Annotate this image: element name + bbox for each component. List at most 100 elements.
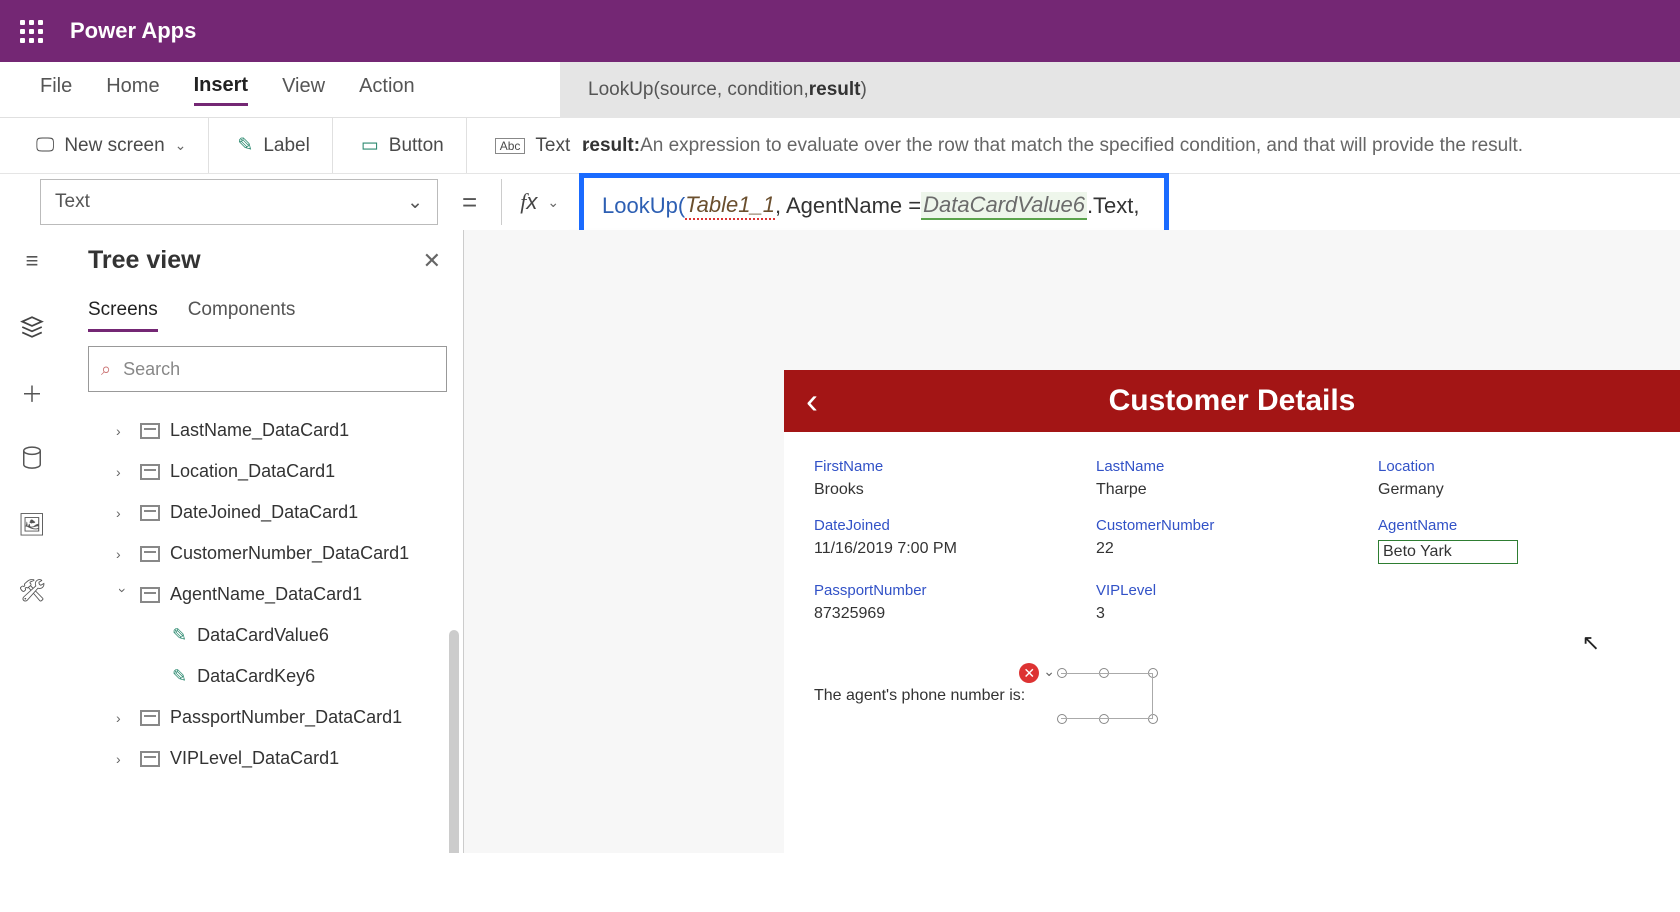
field-location: Location Germany: [1378, 458, 1650, 499]
new-screen-button[interactable]: 🖵 New screen ⌄: [36, 118, 209, 173]
menu-home[interactable]: Home: [106, 75, 159, 104]
formula-param-help: result: An expression to evaluate over t…: [582, 118, 1523, 174]
error-badge-icon[interactable]: ✕: [1019, 663, 1039, 683]
chevron-down-icon: ⌄: [547, 194, 559, 211]
label-button[interactable]: ✎ Label: [237, 118, 332, 173]
app-titlebar: Power Apps: [0, 0, 1680, 62]
fx-button[interactable]: fx ⌄: [501, 179, 559, 225]
tree-tab-components[interactable]: Components: [188, 299, 296, 332]
tree-node[interactable]: › Location_DataCard1: [88, 451, 447, 492]
screen-icon: 🖵: [36, 135, 54, 157]
field-label: DateJoined: [814, 517, 1086, 534]
field-value: 87325969: [814, 605, 1086, 623]
equals-sign: =: [462, 187, 477, 218]
text-icon: Abc: [495, 138, 526, 154]
edit-icon: ✎: [172, 666, 187, 687]
chevron-right-icon: ›: [116, 546, 130, 562]
preview-body: FirstName Brooks LastName Tharpe Location Ger…: [784, 432, 1680, 912]
app-title: Power Apps: [62, 18, 196, 44]
preview-title: Customer Details: [840, 384, 1680, 418]
chevron-right-icon: ›: [115, 588, 131, 602]
chevron-down-icon: ⌄: [175, 137, 187, 154]
tree-node-label: DateJoined_DataCard1: [170, 502, 358, 523]
back-icon[interactable]: ‹: [784, 380, 840, 422]
formula-bar: Text ⌄ = fx ⌄ LookUp(Table1_1, AgentName…: [0, 174, 1680, 230]
tree-node-label: DataCardValue6: [197, 625, 329, 646]
chevron-down-icon: ⌄: [407, 191, 423, 214]
tree-node[interactable]: › PassportNumber_DataCard1: [88, 697, 447, 738]
field-lastname: LastName Tharpe: [1096, 458, 1368, 499]
button-button[interactable]: ▭ Button: [361, 118, 467, 173]
label-icon: ✎: [237, 134, 253, 157]
menu-view[interactable]: View: [282, 75, 325, 104]
menu-insert[interactable]: Insert: [194, 74, 248, 106]
field-label: PassportNumber: [814, 582, 1086, 599]
tree-node-label: Location_DataCard1: [170, 461, 335, 482]
scrollbar[interactable]: [449, 630, 459, 853]
field-value[interactable]: Beto Yark: [1378, 540, 1518, 564]
cursor-icon: ↖: [1582, 630, 1600, 656]
field-label: CustomerNumber: [1096, 517, 1368, 534]
field-label: LastName: [1096, 458, 1368, 475]
tree-node[interactable]: ✎ DataCardKey6: [88, 656, 447, 697]
datacard-icon: [140, 751, 160, 767]
tree-node-label: PassportNumber_DataCard1: [170, 707, 402, 728]
field-viplevel: VIPLevel 3: [1096, 582, 1368, 623]
property-dropdown[interactable]: Text ⌄: [40, 179, 438, 225]
datacard-icon: [140, 587, 160, 603]
left-rail: ≡ ＋ 🖼 🛠: [0, 230, 64, 853]
media-icon[interactable]: 🖼: [17, 510, 47, 540]
search-icon: ⌕: [101, 359, 111, 380]
tools-icon[interactable]: 🛠: [17, 576, 47, 606]
chevron-right-icon: ›: [116, 464, 130, 480]
field-customernumber: CustomerNumber 22: [1096, 517, 1368, 564]
tree-node-label: DataCardKey6: [197, 666, 315, 687]
waffle-icon[interactable]: [0, 20, 62, 43]
datacard-icon: [140, 505, 160, 521]
field-agentname: AgentNameBeto Yark: [1378, 517, 1650, 564]
tree-node[interactable]: ›LastName_DataCard1: [88, 410, 447, 451]
chevron-right-icon: ›: [116, 710, 130, 726]
tree-node[interactable]: ›CustomerNumber_DataCard1: [88, 533, 447, 574]
tree-view-icon[interactable]: [17, 312, 47, 342]
close-icon[interactable]: ✕: [423, 248, 441, 274]
tree-node[interactable]: ›VIPLevel_DataCard1: [88, 738, 447, 779]
search-input[interactable]: ⌕ Search: [88, 346, 447, 392]
selected-label-control[interactable]: ✕ ⌄: [1033, 673, 1153, 719]
field-value: 22: [1096, 540, 1368, 558]
field-passportnumber: PassportNumber 87325969: [814, 582, 1086, 623]
field-label: VIPLevel: [1096, 582, 1368, 599]
chevron-right-icon: ›: [116, 423, 130, 439]
chevron-down-icon[interactable]: ⌄: [1043, 663, 1055, 680]
canvas: ‹ Customer Details FirstName Brooks LastNa…: [464, 230, 1680, 853]
edit-icon: ✎: [172, 625, 187, 646]
preview-header: ‹ Customer Details: [784, 370, 1680, 432]
menu-file[interactable]: File: [40, 75, 72, 104]
fx-icon: fx: [520, 189, 537, 215]
field-value: Tharpe: [1096, 481, 1368, 499]
button-icon: ▭: [361, 134, 379, 157]
tree-node[interactable]: ✎ DataCardValue6: [88, 615, 447, 656]
field-label: FirstName: [814, 458, 1086, 475]
field-value: 3: [1096, 605, 1368, 623]
tree-tab-screens[interactable]: Screens: [88, 299, 158, 332]
tree-tabs: Screens Components: [88, 299, 447, 332]
agent-phone-label: The agent's phone number is:: [814, 687, 1025, 705]
formula-signature-hint: LookUp(source, condition, result): [580, 62, 1680, 118]
datacard-icon: [140, 464, 160, 480]
data-icon[interactable]: [17, 444, 47, 474]
tree-view-title: Tree view: [88, 246, 447, 275]
tree-node[interactable]: ›AgentName_DataCard1: [88, 574, 447, 615]
tree-node[interactable]: › DateJoined_DataCard1: [88, 492, 447, 533]
field-value: Brooks: [814, 481, 1086, 499]
field-firstname: FirstName Brooks: [814, 458, 1086, 499]
field-value: Germany: [1378, 481, 1650, 499]
field-label: Location: [1378, 458, 1650, 475]
hamburger-icon[interactable]: ≡: [17, 246, 47, 276]
add-icon[interactable]: ＋: [17, 378, 47, 408]
field-datejoined: DateJoined11/16/2019 7:00 PM: [814, 517, 1086, 564]
tree: ›LastName_DataCard1›Location_DataCard1›D…: [88, 410, 447, 779]
datacard-icon: [140, 710, 160, 726]
chevron-right-icon: ›: [116, 505, 130, 521]
menu-action[interactable]: Action: [359, 75, 415, 104]
